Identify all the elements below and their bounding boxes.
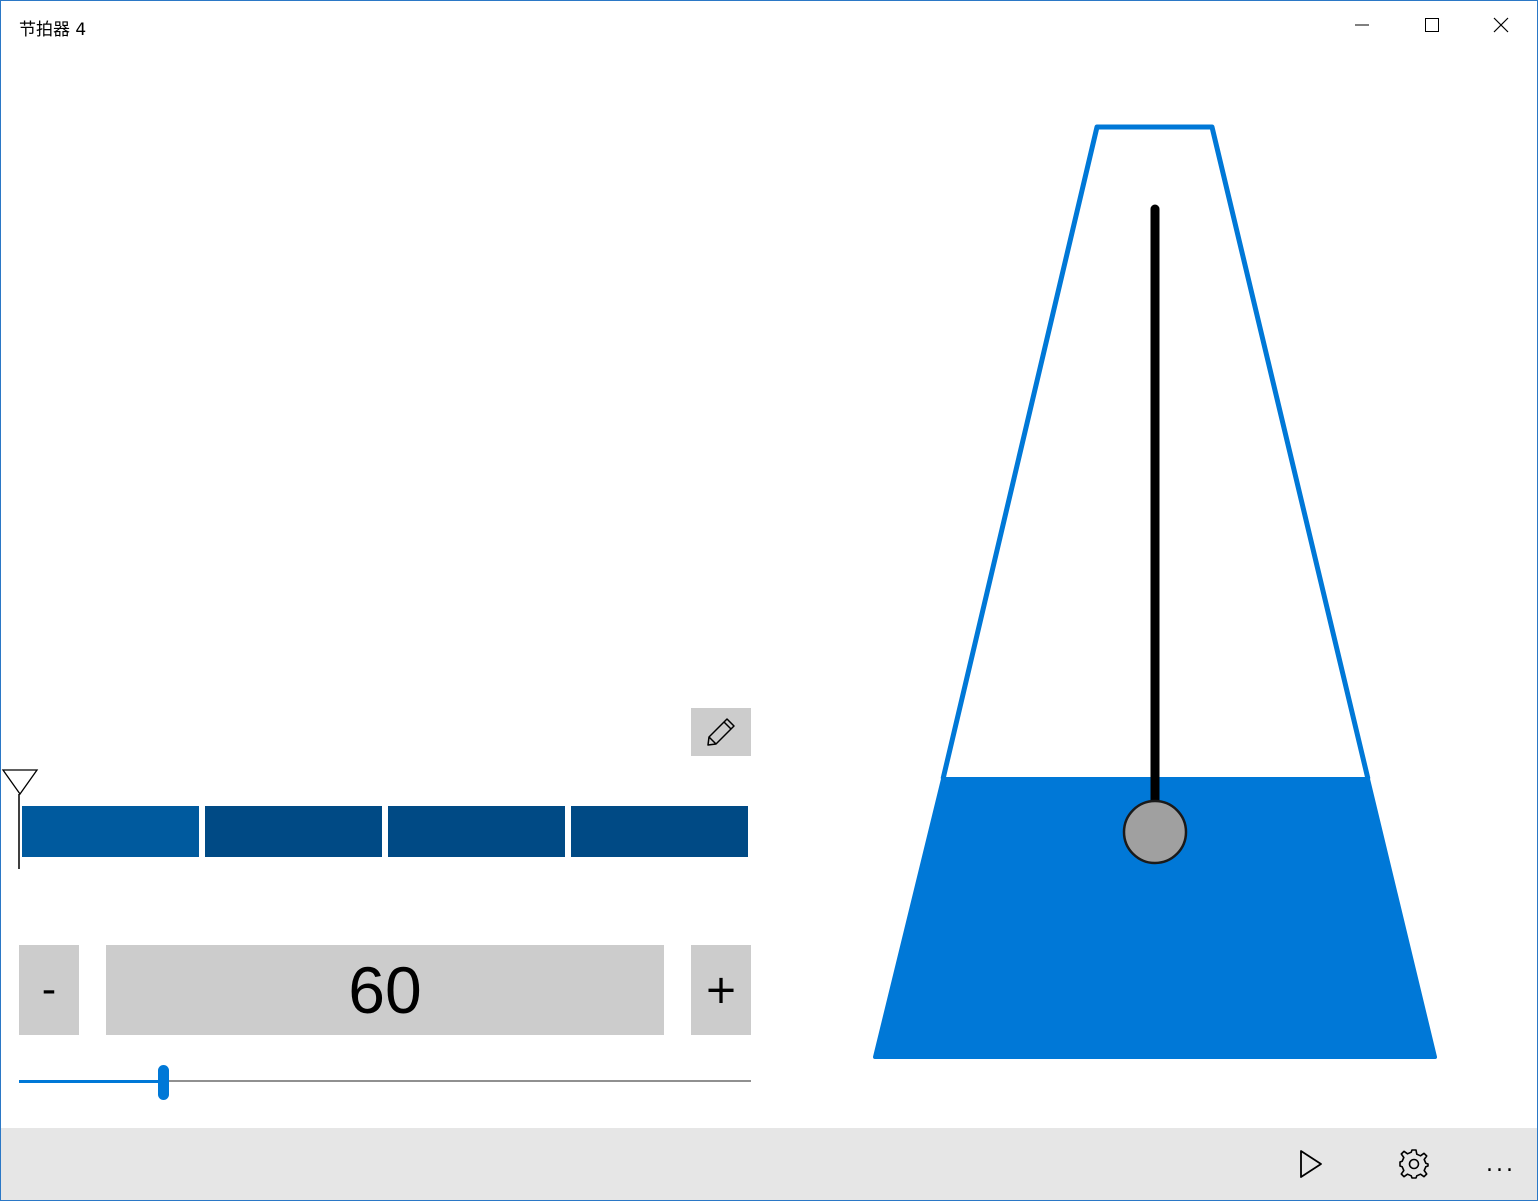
play-button[interactable]: [1279, 1128, 1343, 1200]
decrease-tempo-button[interactable]: -: [19, 945, 79, 1035]
tempo-display[interactable]: 60: [106, 945, 664, 1035]
window-title: 节拍器 4: [19, 20, 87, 40]
edit-beats-button[interactable]: [691, 708, 751, 756]
tempo-value: 60: [348, 953, 422, 1027]
beat-4[interactable]: [571, 806, 748, 857]
metronome-illustration: [873, 124, 1437, 1059]
minimize-icon: [1355, 24, 1369, 26]
increase-tempo-button[interactable]: +: [691, 945, 751, 1035]
beat-1[interactable]: [22, 806, 199, 857]
slider-thumb[interactable]: [158, 1065, 169, 1100]
maximize-button[interactable]: [1398, 1, 1466, 49]
beat-2[interactable]: [205, 806, 382, 857]
close-button[interactable]: [1467, 1, 1535, 49]
metronome-bob: [1122, 799, 1188, 865]
minimize-button[interactable]: [1328, 1, 1396, 49]
beat-track: [22, 806, 749, 857]
gear-icon: [1399, 1149, 1429, 1179]
command-bar: ...: [1, 1128, 1537, 1200]
settings-button[interactable]: [1382, 1128, 1446, 1200]
maximize-icon: [1425, 18, 1439, 32]
beat-3[interactable]: [388, 806, 565, 857]
app-window: 节拍器 4 - 60 + ...: [0, 0, 1538, 1201]
pencil-icon: [707, 718, 735, 746]
play-icon: [1300, 1150, 1322, 1178]
slider-fill: [19, 1080, 163, 1083]
more-options-button[interactable]: ...: [1469, 1128, 1533, 1200]
tempo-slider[interactable]: [19, 1065, 751, 1101]
close-icon: [1493, 17, 1509, 33]
